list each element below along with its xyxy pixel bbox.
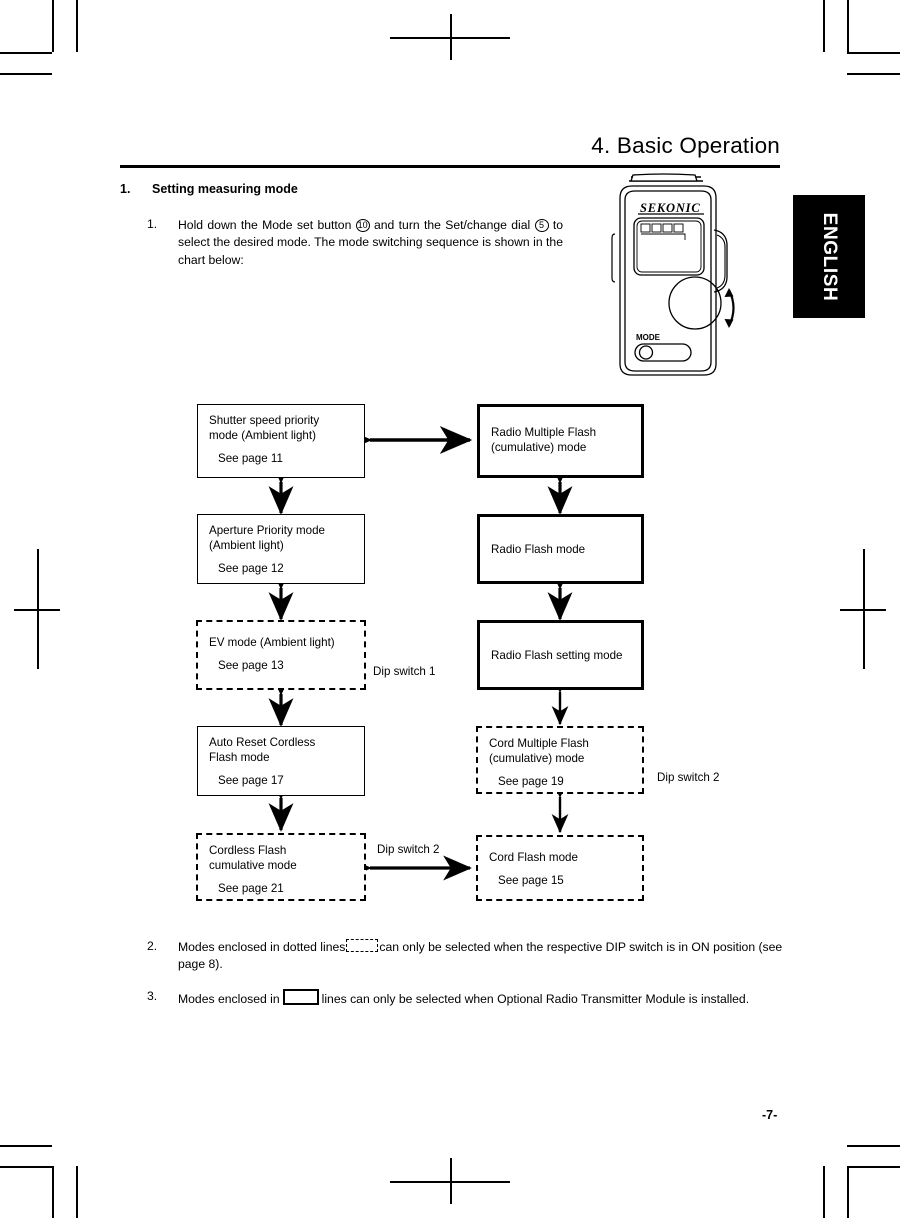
crop-mark-top-left-h	[0, 52, 52, 54]
flow-box-page-ref: See page 15	[498, 874, 564, 887]
crop-mark-bottom-right-h	[847, 1166, 900, 1168]
note-2-number: 2.	[147, 939, 158, 953]
crop-mark-top-left-v	[52, 0, 54, 52]
flow-box-label-line1: Aperture Priority mode	[209, 524, 325, 537]
flow-box-label-line1: Cord Flash mode	[489, 851, 578, 864]
device-mode-label: MODE	[636, 333, 661, 342]
crop-mark-bottom-left-v2	[76, 1166, 78, 1218]
flow-box-label-line1: Cordless Flash	[209, 844, 287, 857]
light-meter-illustration: SEKONIC MODE	[607, 172, 753, 377]
flow-box-cordless-flash-cumulative[interactable]: Cordless Flash cumulative mode See page …	[196, 833, 366, 901]
english-language-tab: ENGLISH	[793, 195, 865, 318]
circled-number-5: 5	[534, 219, 549, 232]
crop-mark-bottom-left-h	[0, 1166, 52, 1168]
step-1-text-part1: Hold down the Mode set button	[178, 218, 356, 232]
page-title: 4. Basic Operation	[591, 133, 780, 158]
crop-mark-bottom-left-v	[52, 1166, 54, 1218]
crop-mark-bottom-right-v2	[823, 1166, 825, 1218]
flow-box-label-line1: Auto Reset Cordless	[209, 736, 316, 749]
flow-box-page-ref: See page 17	[218, 774, 284, 787]
circled-number-10: 10	[355, 219, 370, 232]
flow-box-page-ref: See page 21	[218, 882, 284, 895]
crop-mark-top-left-v2	[76, 0, 78, 52]
flow-box-page-ref: See page 13	[218, 659, 284, 672]
flow-box-ev-mode[interactable]: EV mode (Ambient light) See page 13	[196, 620, 366, 690]
step-1-text: Hold down the Mode set button 10 and tur…	[178, 217, 563, 269]
flow-box-page-ref: See page 12	[218, 562, 284, 575]
dotted-box-icon	[346, 939, 379, 952]
device-brand-label: SEKONIC	[640, 201, 700, 215]
note-2-text-part1: Modes enclosed in dotted lines	[178, 940, 346, 954]
flow-box-label-line2: (cumulative) mode	[489, 752, 585, 765]
crop-mark-bottom-right-h2	[847, 1145, 900, 1147]
note-2-text: Modes enclosed in dotted lines can only b…	[178, 939, 790, 973]
mode-flowchart-arrows	[268, 425, 573, 881]
flow-box-auto-reset-cordless-flash[interactable]: Auto Reset Cordless Flash mode See page …	[197, 726, 365, 796]
crop-mark-top-right-h2	[847, 73, 900, 75]
flow-box-label-line2: Flash mode	[209, 751, 270, 764]
flow-box-radio-flash-setting[interactable]: Radio Flash setting mode	[477, 620, 644, 690]
flow-box-label-line2: (cumulative) mode	[491, 441, 587, 454]
crop-mark-bottom-right-v	[847, 1166, 849, 1218]
note-3-text-part2: lines can only be selected when Optional…	[321, 992, 750, 1006]
dip-switch-1-label: Dip switch 1	[373, 665, 436, 678]
flow-box-cord-multiple-flash[interactable]: Cord Multiple Flash (cumulative) mode Se…	[476, 726, 644, 794]
flow-box-aperture-priority[interactable]: Aperture Priority mode (Ambient light) S…	[197, 514, 365, 584]
flow-box-page-ref: See page 11	[218, 452, 283, 465]
dip-switch-2-right-label: Dip switch 2	[657, 771, 720, 784]
flow-box-label-line1: EV mode (Ambient light)	[209, 636, 335, 649]
flow-box-label-line1: Radio Multiple Flash	[491, 426, 597, 439]
flow-box-label-line1: Shutter speed priority	[209, 414, 320, 427]
note-3-text: Modes enclosed in lines can only be selec…	[178, 989, 790, 1008]
crop-mark-top-right-v2	[823, 0, 825, 52]
flow-box-shutter-speed-priority[interactable]: Shutter speed priority mode (Ambient lig…	[197, 404, 365, 478]
flow-box-label-line2: mode (Ambient light)	[209, 429, 316, 442]
note-3-text-part1: Modes enclosed in	[178, 992, 280, 1006]
flow-box-label-line2: (Ambient light)	[209, 539, 284, 552]
flow-box-label-line1: Cord Multiple Flash	[489, 737, 589, 750]
step-1-number: 1.	[147, 217, 158, 231]
dip-switch-2-bottom-label: Dip switch 2	[377, 843, 440, 856]
solid-box-icon	[282, 989, 319, 1005]
flow-box-label-line2: cumulative mode	[209, 859, 297, 872]
flow-box-page-ref: See page 19	[498, 775, 564, 788]
note-3-number: 3.	[147, 989, 158, 1003]
crop-mark-top-left-h2	[0, 73, 52, 75]
flow-box-cord-flash[interactable]: Cord Flash mode See page 15	[476, 835, 644, 901]
flow-box-label-line1: Radio Flash setting mode	[491, 648, 623, 662]
section-number: 1.	[120, 182, 131, 196]
section-title: Setting measuring mode	[152, 182, 298, 196]
crop-mark-top-right-v	[847, 0, 849, 52]
header-rule	[120, 165, 780, 168]
flow-box-radio-flash[interactable]: Radio Flash mode	[477, 514, 644, 584]
crop-mark-bottom-left-h2	[0, 1145, 52, 1147]
step-1-text-part2: and turn the Set/change dial	[369, 218, 535, 232]
flow-box-radio-multiple-flash[interactable]: Radio Multiple Flash (cumulative) mode	[477, 404, 644, 478]
english-tab-label: ENGLISH	[819, 212, 840, 301]
flow-box-label-line1: Radio Flash mode	[491, 542, 586, 556]
page-number: -7-	[762, 1108, 778, 1122]
crop-mark-top-right-h	[847, 52, 900, 54]
